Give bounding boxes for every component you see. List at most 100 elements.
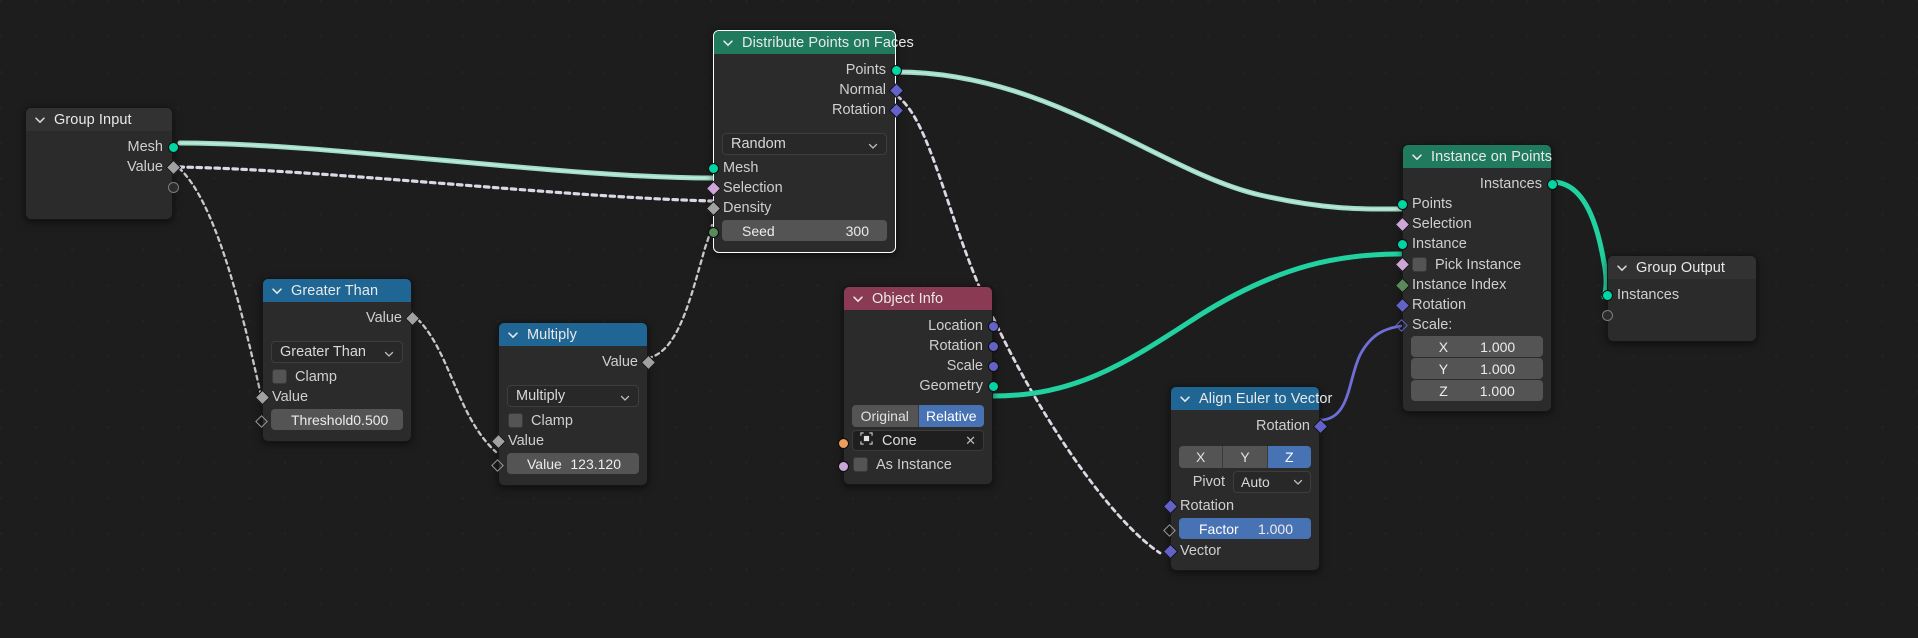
socket-virtual-in[interactable] (1601, 309, 1613, 321)
node-multiply[interactable]: Multiply Value Multiply Clamp Value Valu… (490, 322, 656, 486)
socket-row-output-value[interactable]: Value (263, 308, 420, 328)
chevron-down-icon[interactable] (507, 329, 520, 342)
socket-geometry-out[interactable] (890, 64, 902, 76)
node-header[interactable]: Multiply (499, 323, 647, 346)
socket-row-input-selection[interactable]: Selection (705, 178, 895, 198)
socket-value-in[interactable] (254, 389, 270, 405)
node-distribute-points-on-faces[interactable]: Distribute Points on Faces Points Normal… (705, 30, 914, 253)
checkbox-icon[interactable] (272, 369, 287, 384)
socket-vector-in[interactable] (1394, 318, 1408, 332)
pick-instance-checkbox-row[interactable]: Pick Instance (1403, 254, 1551, 275)
transform-space-toggle[interactable]: Original Relative (852, 405, 984, 427)
node-header[interactable]: Align Euler to Vector (1171, 387, 1332, 410)
pivot-dropdown[interactable]: Auto (1233, 471, 1311, 493)
pivot-row[interactable]: Pivot Auto (1179, 471, 1311, 493)
socket-row-output-location[interactable]: Location (844, 316, 999, 336)
socket-value-in[interactable] (490, 459, 504, 472)
socket-row-output-rotation[interactable]: Rotation (1171, 416, 1328, 436)
socket-row-input-rotation[interactable]: Rotation (1162, 496, 1319, 516)
socket-value-in[interactable] (1162, 524, 1176, 537)
toggle-option-original[interactable]: Original (852, 405, 919, 427)
socket-geometry-in[interactable] (1396, 198, 1408, 210)
axis-option-x[interactable]: X (1179, 446, 1224, 468)
socket-row-output-virtual[interactable] (26, 177, 179, 197)
chevron-down-icon[interactable] (1179, 393, 1192, 406)
node-header[interactable]: Group Output (1608, 256, 1756, 279)
value-field[interactable]: Value 123.120 (507, 453, 639, 474)
object-selector-field[interactable]: Cone ✕ (852, 430, 984, 451)
toggle-option-relative[interactable]: Relative (918, 405, 984, 427)
chevron-down-icon[interactable] (722, 37, 735, 50)
socket-row-output-normal[interactable]: Normal (714, 80, 904, 100)
chevron-down-icon[interactable] (1616, 262, 1629, 275)
node-align-euler-to-vector[interactable]: Align Euler to Vector Rotation X Y Z Piv… (1162, 386, 1332, 571)
socket-vector-in[interactable] (1162, 498, 1178, 514)
socket-boolean-in[interactable] (705, 180, 721, 196)
socket-value-out[interactable] (165, 159, 181, 175)
node-greater-than[interactable]: Greater Than Value Greater Than Clamp Va… (254, 278, 420, 442)
socket-row-output-value[interactable]: Value (499, 352, 656, 372)
node-object-info[interactable]: Object Info Location Rotation Scale Geom… (837, 286, 999, 485)
socket-row-input-value-2[interactable]: Value 123.120 (490, 453, 647, 474)
distribute-method-dropdown[interactable]: Random (722, 133, 887, 155)
axis-option-y[interactable]: Y (1223, 446, 1268, 468)
socket-row-input-value[interactable]: Value (254, 387, 411, 407)
node-group-input[interactable]: Group Input Mesh Value (25, 107, 181, 220)
socket-value-in[interactable] (705, 200, 721, 216)
socket-row-input-threshold[interactable]: Threshold 0.500 (254, 409, 411, 430)
checkbox-icon[interactable] (853, 457, 868, 472)
socket-int-in[interactable] (707, 227, 719, 238)
socket-vector-out[interactable] (987, 340, 999, 352)
scale-z-field[interactable]: Z 1.000 (1411, 380, 1543, 401)
socket-vector-in[interactable] (1394, 297, 1410, 313)
axis-toggle[interactable]: X Y Z (1179, 446, 1311, 468)
chevron-down-icon[interactable] (852, 293, 865, 306)
socket-int-in[interactable] (1394, 277, 1410, 293)
socket-row-input-instance[interactable]: Instance (1396, 234, 1551, 254)
node-group-output[interactable]: Group Output Instances (1601, 255, 1757, 342)
seed-field[interactable]: Seed 300 (722, 220, 887, 241)
operation-dropdown[interactable]: Multiply (507, 385, 639, 407)
node-header[interactable]: Distribute Points on Faces (714, 31, 914, 54)
threshold-field[interactable]: Threshold 0.500 (271, 409, 403, 430)
socket-row-input-instance-index[interactable]: Instance Index (1394, 275, 1551, 295)
socket-value-in[interactable] (490, 433, 506, 449)
socket-row-input-virtual[interactable] (1601, 305, 1756, 325)
clamp-checkbox-row[interactable]: Clamp (263, 366, 411, 387)
socket-geometry-in[interactable] (1396, 238, 1408, 250)
socket-geometry-out[interactable] (167, 141, 179, 153)
socket-row-output-mesh[interactable]: Mesh (26, 137, 179, 157)
socket-row-input-scale[interactable]: Scale: (1394, 315, 1551, 335)
checkbox-icon[interactable] (508, 413, 523, 428)
socket-row-input-vector[interactable]: Vector (1162, 541, 1319, 561)
socket-value-in[interactable] (254, 415, 268, 428)
socket-boolean-in[interactable] (1394, 216, 1410, 232)
socket-geometry-in[interactable] (707, 162, 719, 174)
socket-geometry-out[interactable] (1546, 178, 1558, 190)
socket-row-output-geometry[interactable]: Geometry (844, 376, 999, 396)
socket-row-input-pick-instance[interactable]: Pick Instance (1394, 254, 1551, 275)
socket-virtual-out[interactable] (167, 181, 179, 193)
clamp-checkbox-row[interactable]: Clamp (499, 410, 647, 431)
node-header[interactable]: Instance on Points (1403, 145, 1552, 168)
socket-row-input-rotation[interactable]: Rotation (1394, 295, 1551, 315)
socket-row-output-rotation[interactable]: Rotation (844, 336, 999, 356)
axis-option-z[interactable]: Z (1267, 446, 1311, 468)
socket-vector-out[interactable] (888, 102, 904, 118)
node-header[interactable]: Object Info (844, 287, 992, 310)
close-icon[interactable]: ✕ (965, 433, 976, 449)
operation-dropdown[interactable]: Greater Than (271, 341, 403, 363)
chevron-down-icon[interactable] (34, 114, 47, 127)
as-instance-checkbox-row[interactable]: As Instance (844, 454, 992, 475)
socket-row-output-rotation[interactable]: Rotation (714, 100, 904, 120)
socket-row-output-points[interactable]: Points (714, 60, 902, 80)
socket-vector-out[interactable] (987, 360, 999, 372)
socket-row-input-value[interactable]: Value (490, 431, 647, 451)
socket-row-input-selection[interactable]: Selection (1394, 214, 1551, 234)
checkbox-icon[interactable] (1412, 257, 1427, 272)
chevron-down-icon[interactable] (271, 285, 284, 298)
chevron-down-icon[interactable] (1411, 151, 1424, 164)
factor-field[interactable]: Factor 1.000 (1179, 518, 1311, 539)
socket-row-input-instances[interactable]: Instances (1601, 285, 1756, 305)
socket-geometry-out[interactable] (987, 380, 999, 392)
